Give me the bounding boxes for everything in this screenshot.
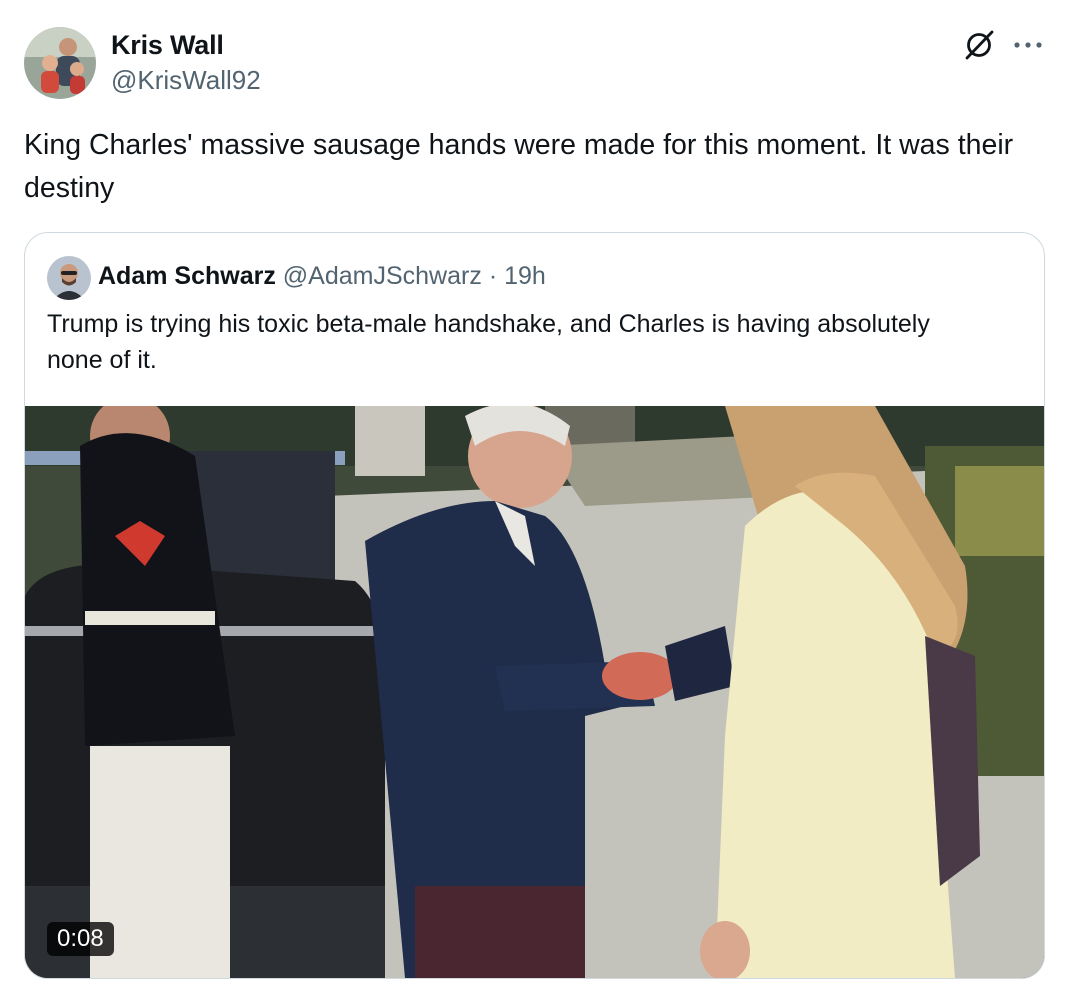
tweet: Kris Wall @KrisWall92 King Charles' mass… [0,0,1066,994]
quoted-separator: · [488,262,498,290]
quoted-author-name[interactable]: Adam Schwarz [98,262,276,290]
video-duration-badge: 0:08 [47,922,114,956]
author-name[interactable]: Kris Wall [111,28,224,62]
author-handle[interactable]: @KrisWall92 [111,63,261,97]
video-frame-image [25,406,1044,978]
quoted-author-avatar[interactable] [47,256,91,300]
quoted-timestamp[interactable]: 19h [504,262,546,290]
tweet-text: King Charles' massive sausage hands were… [24,129,1014,204]
quoted-tweet[interactable]: Adam Schwarz @AdamJSchwarz · 19h Trump i… [24,232,1045,979]
quoted-author-handle[interactable]: @AdamJSchwarz [283,262,482,290]
author-avatar[interactable] [24,27,96,99]
grok-icon[interactable] [962,28,996,62]
more-icon[interactable] [1013,35,1043,55]
quoted-tweet-text: Trump is trying his toxic beta-male hand… [47,310,930,374]
quoted-header: Adam Schwarz @AdamJSchwarz · 19h [98,259,546,293]
quoted-video[interactable]: 0:08 [25,406,1044,978]
